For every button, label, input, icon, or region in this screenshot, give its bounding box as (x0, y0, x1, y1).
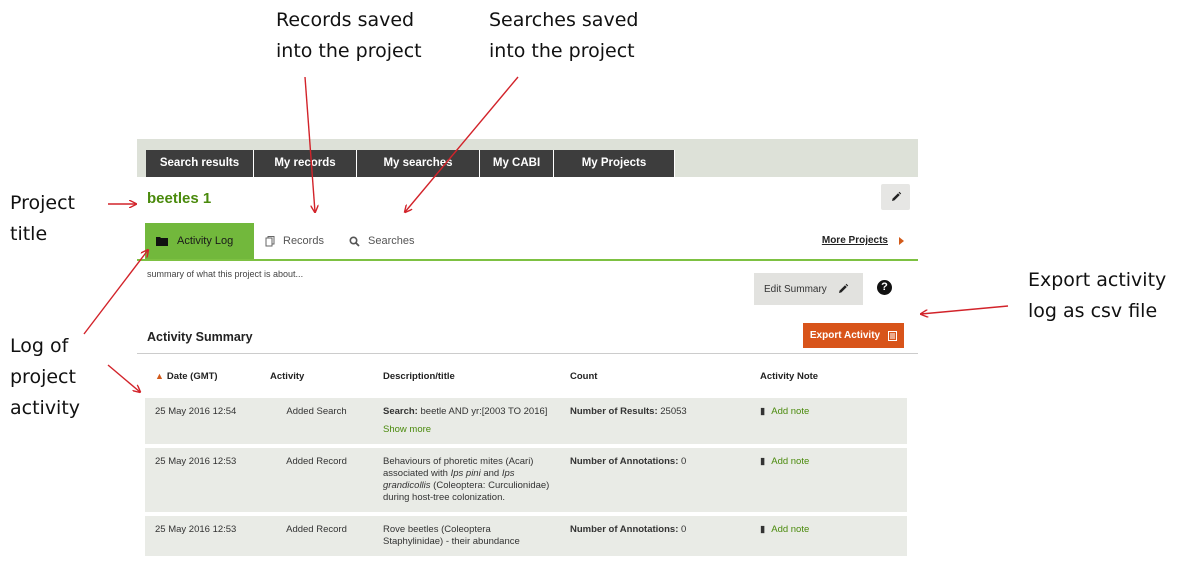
count-label: Number of Annotations: (570, 456, 679, 467)
more-projects-link[interactable]: More Projects (822, 235, 888, 246)
row-note: ▮ Add note (750, 394, 907, 446)
row-description: Rove beetles (Coleoptera Staphylinidae) … (373, 512, 560, 556)
sort-icon[interactable]: ▲︎ (155, 371, 164, 381)
table-row: 25 May 2016 12:53 Added Record Behaviour… (145, 444, 907, 514)
help-icon[interactable]: ? (877, 280, 892, 295)
folder-icon (156, 237, 168, 246)
tab-records-label: Records (283, 235, 324, 247)
pencil-icon (838, 283, 848, 293)
tab-records[interactable]: Records (265, 223, 324, 259)
table-row: 25 May 2016 12:54 Added Search Search: b… (145, 394, 907, 446)
comment-icon: ▮ (760, 456, 766, 467)
tab-my-searches[interactable]: My searches (357, 150, 480, 177)
row-date: 25 May 2016 12:53 (145, 444, 260, 514)
export-file-icon (888, 330, 898, 341)
callout-export: Export activity log as csv file (1028, 265, 1166, 327)
main-nav: Search results My records My searches My… (137, 139, 918, 177)
row-date: 25 May 2016 12:53 (145, 512, 260, 556)
callout-line: Records saved (276, 9, 415, 31)
activity-summary-title: Activity Summary (147, 330, 253, 344)
project-title: beetles 1 (147, 190, 212, 207)
export-activity-label: Export Activity (809, 330, 881, 341)
edit-summary-label: Edit Summary (764, 283, 827, 295)
desc-text: beetle AND yr:[2003 TO 2016] (420, 406, 548, 417)
column-date-label: Date (GMT) (166, 371, 218, 382)
tab-activity-log-label: Activity Log (177, 235, 234, 247)
callout-searches-saved: Searches saved into the project (489, 5, 638, 67)
tab-my-cabi[interactable]: My CABI (480, 150, 554, 177)
projects-app: Search results My records My searches My… (137, 139, 918, 577)
edit-title-button[interactable] (881, 184, 910, 210)
column-activity: Activity (270, 371, 305, 382)
callout-records-saved: Records saved into the project (276, 5, 422, 67)
project-subtabs: Activity Log Records Searches More Proje… (137, 223, 918, 261)
column-count: Count (570, 371, 598, 382)
row-count: Number of Annotations: 0 (560, 444, 750, 514)
callout-line: into the project (276, 40, 422, 62)
column-description: Description/title (383, 371, 455, 382)
project-summary: summary of what this project is about... (147, 269, 304, 279)
tab-search-results[interactable]: Search results (146, 150, 254, 177)
show-more-link[interactable]: Show more (383, 424, 550, 436)
callout-project-title: Project title (10, 188, 75, 250)
comment-icon: ▮ (760, 524, 766, 535)
tab-searches-label: Searches (368, 235, 415, 247)
callout-line: Searches saved (489, 9, 639, 31)
activity-table: ▲︎ Date (GMT) Activity Description/title … (145, 361, 907, 556)
callout-line: Export activity (1028, 269, 1167, 291)
row-date: 25 May 2016 12:54 (145, 394, 260, 446)
table-header-row: ▲︎ Date (GMT) Activity Description/title … (145, 361, 907, 396)
callout-log: Log of project activity (10, 331, 80, 424)
row-description: Behaviours of phoretic mites (Acari) ass… (373, 444, 560, 514)
tab-my-projects[interactable]: My Projects (554, 150, 675, 177)
count-label: Number of Annotations: (570, 524, 679, 535)
callout-line: log as csv file (1028, 300, 1158, 322)
callout-line: activity (10, 397, 81, 419)
pencil-icon (891, 191, 901, 201)
project-header: beetles 1 (137, 177, 918, 223)
search-icon (349, 235, 360, 247)
arrow-log-rows (107, 364, 140, 392)
add-note-link[interactable]: Add note (771, 456, 809, 467)
row-activity: Added Record (260, 444, 373, 514)
row-note: ▮ Add note (750, 512, 907, 556)
count-label: Number of Results: (570, 406, 658, 417)
callout-line: Log of (10, 335, 69, 357)
tab-searches[interactable]: Searches (349, 223, 414, 259)
callout-line: title (10, 223, 48, 245)
desc-text: and (483, 468, 500, 479)
add-note-link[interactable]: Add note (771, 524, 809, 535)
activity-summary-header: Activity Summary Export Activity (137, 323, 918, 354)
document-icon (265, 235, 275, 246)
column-date[interactable]: ▲︎ Date (GMT) (145, 361, 260, 396)
row-note: ▮ Add note (750, 444, 907, 514)
count-value: 0 (681, 524, 687, 535)
row-count: Number of Annotations: 0 (560, 512, 750, 556)
tab-my-records[interactable]: My records (254, 150, 357, 177)
triangle-right-icon (899, 237, 904, 245)
callout-line: into the project (489, 40, 635, 62)
arrow-export (921, 305, 1009, 314)
row-activity: Added Record (260, 512, 373, 556)
count-value: 25053 (660, 406, 687, 417)
export-activity-button[interactable]: Export Activity (803, 323, 904, 348)
row-description: Search: beetle AND yr:[2003 TO 2016] Sho… (373, 394, 560, 446)
column-note: Activity Note (760, 371, 819, 382)
summary-area: summary of what this project is about...… (137, 261, 918, 325)
row-count: Number of Results: 25053 (560, 394, 750, 446)
row-activity: Added Search (260, 394, 373, 446)
table-row: 25 May 2016 12:53 Added Record Rove beet… (145, 512, 907, 556)
count-value: 0 (681, 456, 687, 467)
tab-activity-log[interactable]: Activity Log (145, 223, 254, 259)
callout-line: Project (10, 192, 76, 214)
desc-label: Search: (383, 406, 418, 417)
callout-line: project (10, 366, 76, 388)
comment-icon: ▮ (760, 406, 766, 417)
add-note-link[interactable]: Add note (771, 406, 809, 417)
edit-summary-button[interactable]: Edit Summary (754, 273, 863, 305)
desc-italic: Ips pini (450, 468, 481, 479)
